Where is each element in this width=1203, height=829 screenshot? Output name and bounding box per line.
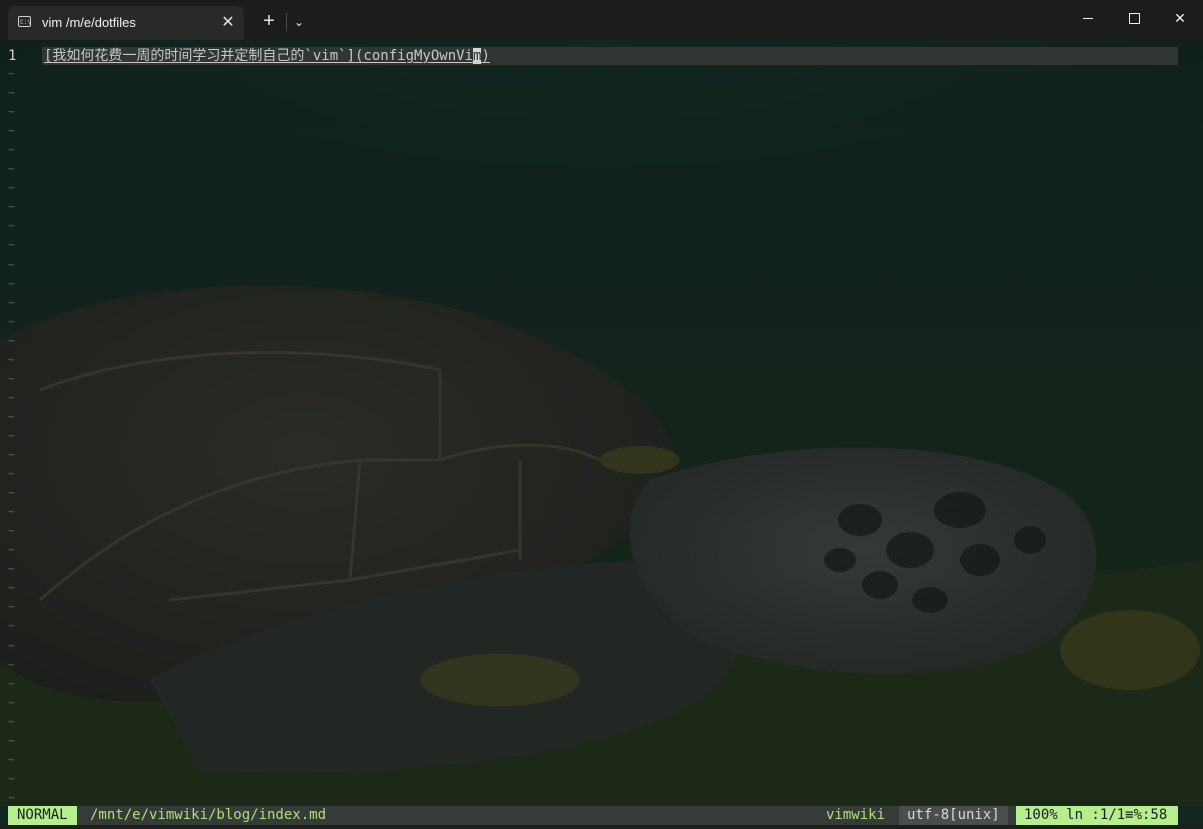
empty-line-tilde: ~: [8, 200, 15, 214]
empty-line-tilde: ~: [8, 124, 15, 138]
empty-line-tilde: ~: [8, 67, 15, 80]
empty-line-tilde: ~: [8, 105, 15, 119]
empty-line-tilde: ~: [8, 352, 15, 366]
empty-line-tilde: ~: [8, 295, 15, 309]
empty-line-tilde: ~: [8, 181, 15, 195]
encoding-indicator: utf-8[unix]: [899, 806, 1008, 825]
terminal-window: C:\ vim /m/e/dotfiles ✕ + ⌄ ✕ 1 [我如何花费一周…: [0, 0, 1203, 829]
tab-dropdown-icon[interactable]: ⌄: [288, 8, 310, 36]
empty-line-tilde: ~: [8, 390, 15, 404]
empty-line-tilde: ~: [8, 238, 15, 252]
empty-line-tilde: ~: [8, 276, 15, 290]
empty-line-tilde: ~: [8, 486, 15, 500]
empty-line-tilde: ~: [8, 143, 15, 157]
close-tab-icon[interactable]: ✕: [216, 11, 240, 35]
line-text-end: ): [481, 48, 490, 64]
close-window-button[interactable]: ✕: [1157, 0, 1203, 36]
line-text: [我如何花费一周的时间学习并定制自己的`vim`](configMyOwnVi: [44, 48, 474, 64]
maximize-button[interactable]: [1111, 0, 1157, 36]
empty-line-tilde: ~: [8, 695, 15, 709]
empty-line-tilde: ~: [8, 467, 15, 481]
empty-line-tilde: ~: [8, 619, 15, 633]
empty-line-tilde: ~: [8, 371, 15, 385]
empty-line-tilde: ~: [8, 676, 15, 690]
command-line[interactable]: [0, 825, 1203, 829]
empty-line-tilde: ~: [8, 771, 15, 785]
tab-separator: [286, 13, 287, 31]
empty-line-tilde: ~: [8, 714, 15, 728]
empty-line-tilde: ~: [8, 638, 15, 652]
empty-line-tilde: ~: [8, 257, 15, 271]
vim-statusline: NORMAL /mnt/e/vimwiki/blog/index.md vimw…: [8, 806, 1178, 825]
empty-line-tilde: ~: [8, 600, 15, 614]
empty-line-tilde: ~: [8, 314, 15, 328]
editor-line-1[interactable]: [我如何花费一周的时间学习并定制自己的`vim`](configMyOwnVim…: [44, 46, 490, 66]
empty-line-tilde: ~: [8, 219, 15, 233]
sea-turtle-background: [0, 40, 1203, 806]
empty-line-tilde: ~: [8, 581, 15, 595]
empty-line-tilde: ~: [8, 86, 15, 100]
empty-line-tilde: ~: [8, 752, 15, 766]
empty-line-tilde: ~: [8, 409, 15, 423]
cursor-position: 100% ln :1/1≡%:58: [1016, 806, 1178, 825]
filetype-indicator: vimwiki: [826, 807, 886, 823]
empty-line-tilde: ~: [8, 790, 15, 804]
empty-line-tilde: ~: [8, 505, 15, 519]
empty-line-tilde: ~: [8, 428, 15, 442]
empty-line-tilde: ~: [8, 733, 15, 747]
terminal-icon: C:\: [18, 16, 31, 27]
vim-editor[interactable]: 1 [我如何花费一周的时间学习并定制自己的`vim`](configMyOwnV…: [0, 40, 1203, 806]
new-tab-button[interactable]: +: [254, 8, 284, 36]
line-number: 1: [8, 48, 17, 64]
empty-line-tilde: ~: [8, 543, 15, 557]
title-bar: C:\ vim /m/e/dotfiles ✕ + ⌄ ✕: [0, 0, 1203, 40]
empty-line-tilde: ~: [8, 448, 15, 461]
empty-line-tilde: ~: [8, 562, 15, 576]
empty-line-tilde: ~: [8, 524, 15, 538]
empty-line-tilde: ~: [8, 657, 15, 671]
empty-line-tilde: ~: [8, 162, 15, 176]
file-path: /mnt/e/vimwiki/blog/index.md: [90, 807, 327, 823]
maximize-icon: [1129, 13, 1140, 24]
tab-title: vim /m/e/dotfiles: [42, 15, 136, 30]
minimize-button[interactable]: [1066, 0, 1112, 36]
minimize-icon: [1083, 18, 1093, 19]
tab-vim[interactable]: C:\ vim /m/e/dotfiles ✕: [8, 6, 244, 40]
empty-line-tilde: ~: [8, 333, 15, 347]
mode-indicator: NORMAL: [8, 806, 77, 825]
